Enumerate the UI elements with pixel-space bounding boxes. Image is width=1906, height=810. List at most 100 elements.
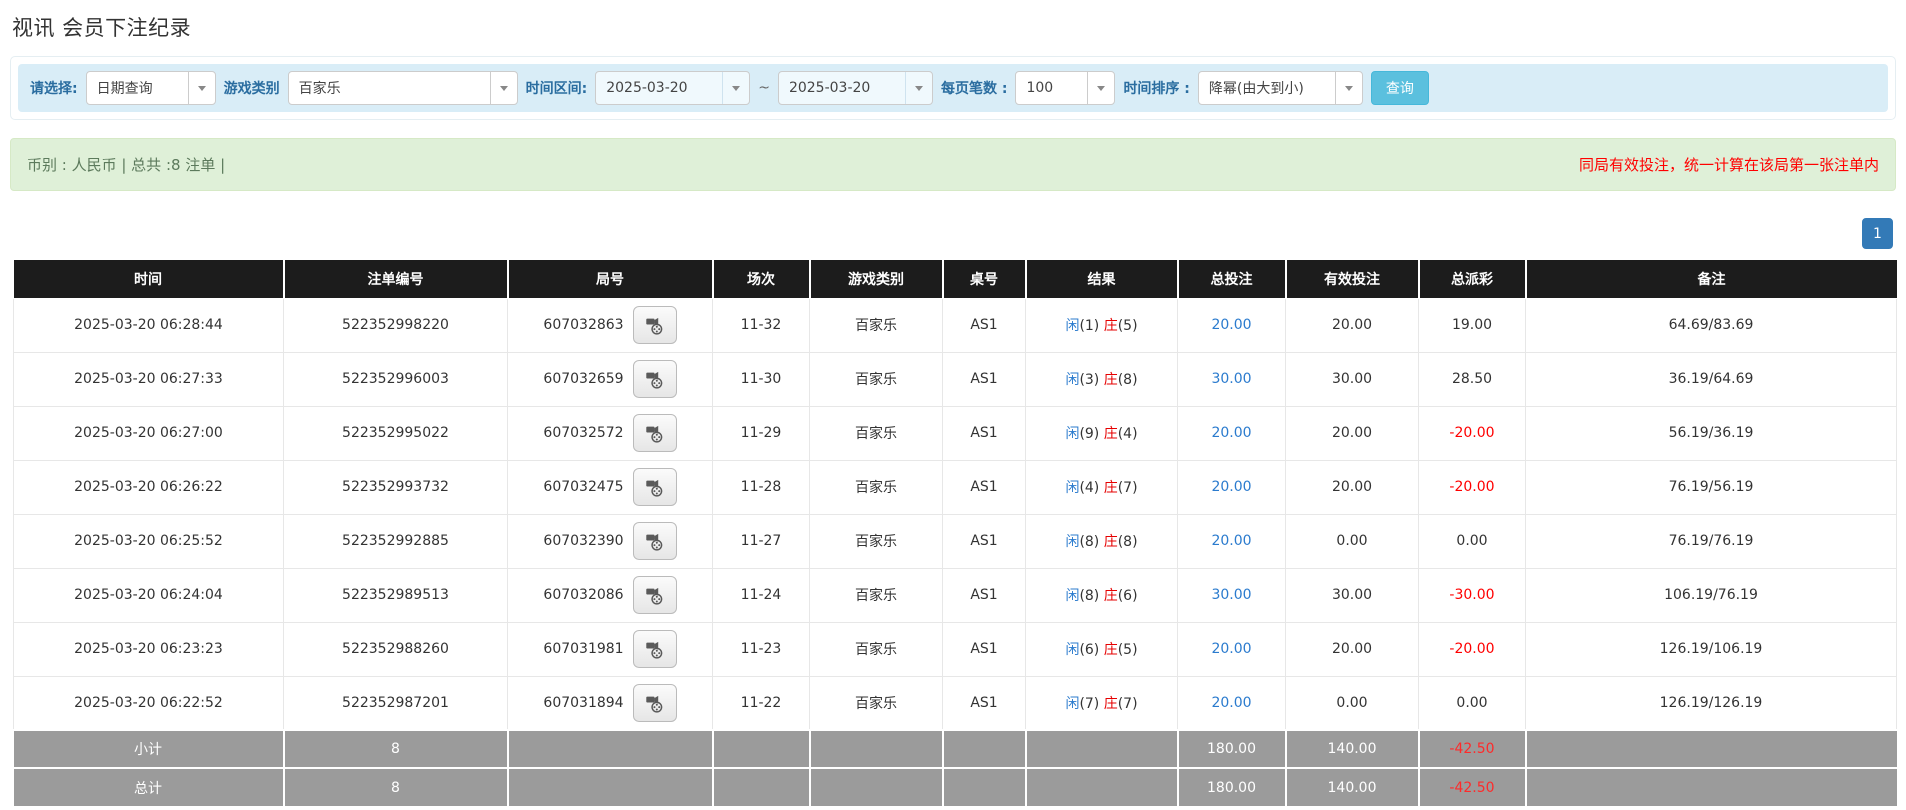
video-replay-button[interactable] [632,360,677,398]
player-result-label: 闲 [1065,372,1080,388]
banker-result-count: (4) [1117,426,1138,442]
col-header-game-type: 游戏类别 [809,260,944,299]
currency-total-text: 币别 : 人民币 | 总共 :8 注单 | [27,156,226,174]
player-result-label: 闲 [1065,534,1080,550]
total-bet-link[interactable]: 20.00 [1211,317,1251,333]
page-size-dropdown[interactable]: 100 [1015,71,1116,105]
sort-order-value: 降幂(由大到小) [1208,81,1304,97]
cell-result: 闲(3) 庄(8) [1025,352,1178,407]
total-bet-link[interactable]: 20.00 [1211,533,1251,549]
game-type-dropdown[interactable]: 百家乐 [287,71,518,105]
table-row: 2025-03-20 06:23:23 522352988260 6070319… [13,622,1897,677]
table-row: 2025-03-20 06:26:22 522352993732 6070324… [13,460,1897,515]
cell-payout: 19.00 [1418,298,1526,353]
video-replay-button[interactable] [632,576,677,614]
col-header-total-bet: 总投注 [1177,260,1287,299]
video-file-icon [645,479,662,497]
total-bet-link[interactable]: 20.00 [1211,641,1251,657]
col-header-table: 桌号 [942,260,1027,299]
date-from-value: 2025-03-20 [606,80,688,96]
player-result-label: 闲 [1065,588,1080,604]
cell-total-bet: 20.00 [1177,406,1286,461]
table-row: 2025-03-20 06:27:00 522352995022 6070325… [13,406,1897,461]
round-id-text: 607032390 [543,533,624,549]
cell-bet-id: 522352998220 [283,298,508,353]
date-to-picker[interactable]: 2025-03-20 [777,71,933,105]
cell-remark: 76.19/56.19 [1525,460,1897,515]
col-header-result: 结果 [1025,260,1179,299]
summary-valid-bet: 140.00 [1285,729,1420,768]
banker-result-label: 庄 [1103,642,1118,658]
cell-game-type: 百家乐 [809,676,943,731]
video-file-icon [645,425,662,443]
cell-remark: 106.19/76.19 [1525,568,1897,623]
cell-round-id: 607031981 [507,622,713,677]
cell-round-id: 607032086 [507,568,713,623]
video-replay-button[interactable] [632,468,677,506]
game-type-value: 百家乐 [298,81,341,97]
player-result-count: (1) [1079,318,1104,334]
cell-result: 闲(8) 庄(6) [1025,568,1178,623]
total-bet-link[interactable]: 20.00 [1211,425,1251,441]
game-type-label: 游戏类别 [223,81,280,97]
round-id-text: 607032086 [543,587,624,603]
cell-result: 闲(8) 庄(8) [1025,514,1178,569]
cell-result: 闲(7) 庄(7) [1025,676,1178,731]
page-button-1[interactable]: 1 [1862,218,1893,249]
video-file-icon [645,533,662,551]
total-bet-link[interactable]: 20.00 [1211,479,1251,495]
cell-payout: 28.50 [1418,352,1526,407]
cell-bet-id: 522352987201 [283,676,508,731]
video-replay-button[interactable] [632,630,677,668]
cell-total-bet: 20.00 [1177,676,1286,731]
summary-count: 8 [283,767,509,806]
time-range-label: 时间区间: [525,81,588,97]
table-row: 2025-03-20 06:27:33 522352996003 6070326… [13,352,1897,407]
video-file-icon [645,587,662,605]
date-range-separator: ~ [758,80,770,96]
col-header-payout: 总派彩 [1418,260,1527,299]
query-button[interactable]: 查询 [1370,71,1429,105]
summary-total-bet: 180.00 [1177,729,1287,768]
video-replay-button[interactable] [632,683,677,722]
banker-result-count: (7) [1117,480,1138,496]
cell-total-bet: 30.00 [1177,568,1286,623]
cell-bet-id: 522352988260 [283,622,508,677]
banker-result-count: (5) [1117,318,1138,334]
total-bet-link[interactable]: 30.00 [1211,587,1251,603]
summary-total-bet: 180.00 [1177,767,1287,806]
cell-session: 11-24 [712,568,810,623]
cell-table: AS1 [942,406,1026,461]
cell-payout: -20.00 [1418,622,1526,677]
cell-round-id: 607032863 [507,298,713,353]
summary-payout: -42.50 [1418,767,1527,806]
video-replay-button[interactable] [632,306,677,344]
date-from-picker[interactable]: 2025-03-20 [595,71,751,105]
player-result-label: 闲 [1065,480,1080,496]
cell-time: 2025-03-20 06:27:00 [13,406,284,461]
cell-table: AS1 [942,460,1026,515]
summary-count: 8 [283,729,509,768]
table-row: 2025-03-20 06:28:44 522352998220 6070328… [13,298,1897,353]
chevron-down-icon [904,72,932,104]
date-to-value: 2025-03-20 [788,80,871,96]
cell-time: 2025-03-20 06:27:33 [13,352,284,407]
player-result-label: 闲 [1065,642,1080,658]
cell-table: AS1 [942,622,1026,677]
table-header: 时间 注单编号 局号 场次 游戏类别 桌号 结果 总投注 有效投注 总派彩 备注 [13,260,1897,299]
summary-bar: 币别 : 人民币 | 总共 :8 注单 | 同局有效投注，统一计算在该局第一张注… [10,138,1896,191]
player-result-label: 闲 [1065,695,1080,712]
cell-result: 闲(6) 庄(5) [1025,622,1178,677]
cell-result: 闲(1) 庄(5) [1025,298,1178,353]
sort-order-dropdown[interactable]: 降幂(由大到小) [1197,71,1363,105]
video-replay-button[interactable] [632,522,677,560]
total-bet-link[interactable]: 30.00 [1211,371,1251,387]
filter-panel: 请选择: 日期查询 游戏类别 百家乐 时间区间: 2025-03-20 ~ 20… [10,56,1896,120]
query-type-dropdown[interactable]: 日期查询 [85,71,216,105]
table-row: 2025-03-20 06:22:52 522352987201 6070318… [13,676,1897,731]
total-bet-link[interactable]: 20.00 [1211,695,1251,711]
cell-round-id: 607032572 [507,406,713,461]
chevron-down-icon [489,72,517,104]
video-replay-button[interactable] [632,414,677,452]
page: 视讯 会员下注纪录 请选择: 日期查询 游戏类别 百家乐 时间区间: 2025-… [0,0,1906,806]
